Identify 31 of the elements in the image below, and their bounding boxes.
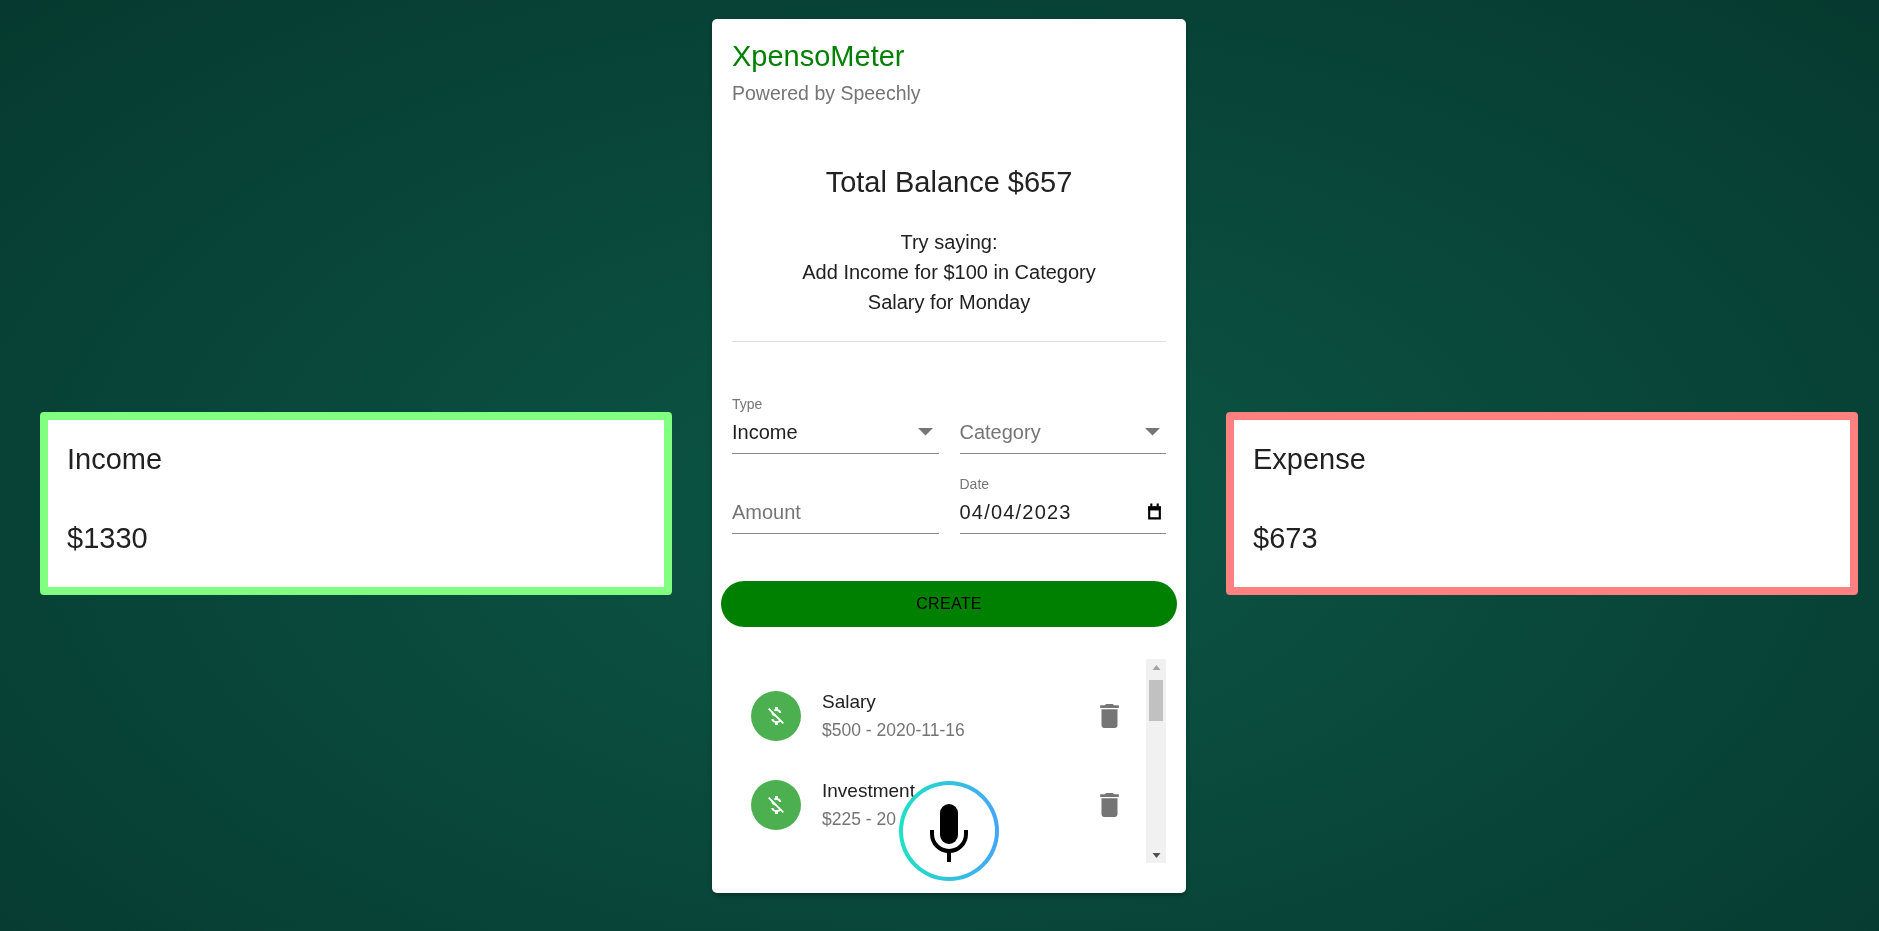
select-field[interactable]: Category [959,420,1166,454]
trash-icon[interactable] [1100,793,1119,818]
app-title: XpensoMeter [732,39,905,73]
crossed-dollar-icon [751,691,801,742]
create-button[interactable]: CREATE [721,581,1177,627]
field-label: Type [732,396,763,413]
transaction-detail: $500 - 2020-11-16 [822,719,965,742]
card-amount: $673 [1253,521,1318,555]
calendar-icon[interactable] [1147,503,1162,521]
transaction-title: Investment [822,780,915,803]
card-title: Expense [1253,442,1366,476]
caret-icon [1145,428,1160,436]
microphone-icon [930,804,968,862]
trash-icon[interactable] [1100,704,1119,729]
date-field[interactable]: 04/04/2023 [959,500,1166,534]
scroll-down-arrow-icon[interactable] [1151,852,1161,858]
card-amount: $1330 [67,521,148,555]
scrollbar-track[interactable] [1146,658,1166,863]
hint-example: Add Income for $100 in Category Salary for Monday [801,260,1097,315]
transaction-title: Salary [822,691,876,714]
field-label: Date [959,476,990,493]
scrollbar-thumb[interactable] [1149,679,1163,721]
hint-label: Try saying: [900,230,998,255]
select-field[interactable]: Income [732,420,939,454]
card-title: Income [67,442,163,476]
text-field[interactable]: Amount [732,500,939,534]
caret-icon [917,428,933,436]
crossed-dollar-icon [751,780,801,831]
transaction-detail: $225 - 20 [822,808,896,831]
total-balance: Total Balance $657 [825,165,1073,199]
app-subtitle: Powered by Speechly [732,81,921,105]
